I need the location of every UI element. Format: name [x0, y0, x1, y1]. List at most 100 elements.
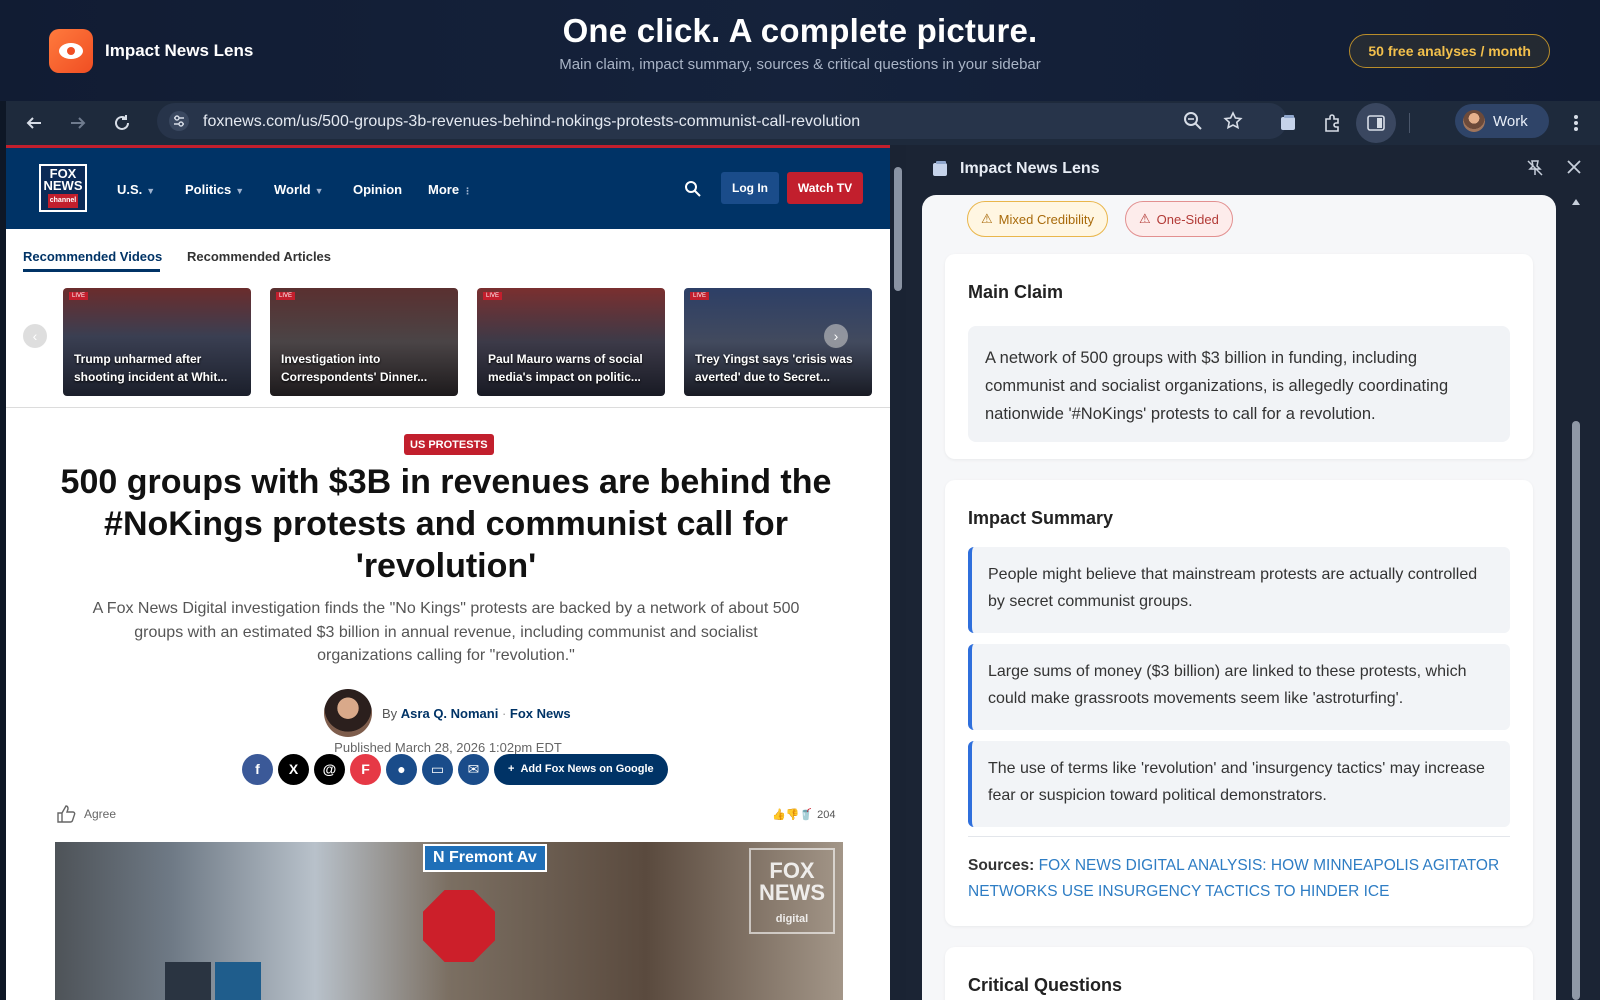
trash-bin — [165, 962, 211, 1000]
side-panel-scrollbar[interactable] — [1570, 195, 1582, 1000]
scrollbar-thumb[interactable] — [1572, 421, 1580, 1000]
bookmark-star-icon[interactable] — [1223, 111, 1243, 136]
impact-item: People might believe that mainstream pro… — [968, 547, 1510, 633]
nav-item-politics[interactable]: Politics ▼ — [185, 182, 244, 197]
watermark-text-2: NEWS — [759, 880, 825, 905]
login-button[interactable]: Log In — [721, 172, 779, 204]
video-card[interactable]: LIVE Investigation into Correspondents' … — [270, 288, 458, 396]
side-panel-toggle-icon[interactable] — [1356, 103, 1396, 143]
logo-text-3: channel — [47, 194, 79, 208]
logo-text-2: NEWS — [43, 178, 83, 193]
source-link[interactable]: FOX NEWS DIGITAL ANALYSIS: HOW MINNEAPOL… — [968, 857, 1499, 900]
brand-name: Impact News Lens — [105, 41, 254, 60]
extensions-puzzle-icon[interactable] — [1318, 109, 1346, 137]
impact-item: Large sums of money ($3 billion) are lin… — [968, 644, 1510, 730]
nav-item-us[interactable]: U.S. ▼ — [117, 182, 155, 197]
carousel-prev-icon[interactable]: ‹ — [23, 324, 47, 348]
scrollbar-thumb[interactable] — [894, 167, 902, 291]
critical-questions-card: Critical Questions — [945, 947, 1533, 1000]
web-page: FOX NEWS channel U.S. ▼ Politics ▼ World ▼ … — [6, 145, 890, 1000]
carousel-next-icon[interactable]: › — [824, 324, 848, 348]
screen: Impact News Lens One click. A complete p… — [0, 0, 1600, 1000]
side-panel-title: Impact News Lens — [960, 160, 1100, 177]
warning-icon: ⚠ — [981, 211, 993, 226]
video-caption: Trump unharmed after shooting incident a… — [74, 352, 228, 384]
add-google-label: Add Fox News on Google — [520, 763, 654, 775]
search-icon[interactable] — [684, 180, 702, 203]
comments-icon[interactable]: ● — [386, 753, 417, 785]
sources: Sources: FOX NEWS DIGITAL ANALYSIS: HOW … — [968, 853, 1528, 905]
caret-down-icon: ▼ — [146, 186, 156, 196]
video-card[interactable]: LIVE Trump unharmed after shooting incid… — [63, 288, 251, 396]
mixed-credibility-badge[interactable]: ⚠ Mixed Credibility — [967, 201, 1109, 237]
impact-item: The use of terms like 'revolution' and '… — [968, 741, 1510, 827]
unpin-icon[interactable] — [1526, 159, 1544, 182]
video-caption: Paul Mauro warns of social media's impac… — [488, 352, 643, 384]
trash-bin — [215, 962, 261, 1000]
zoom-icon[interactable] — [1183, 111, 1203, 136]
free-analyses-badge[interactable]: 50 free analyses / month — [1349, 34, 1550, 68]
browser-toolbar: foxnews.com/us/500-groups-3b-revenues-be… — [6, 101, 1600, 145]
email-icon[interactable]: ✉ — [458, 753, 489, 785]
author-link[interactable]: Asra Q. Nomani — [401, 706, 499, 721]
impact-summary-card: Impact Summary People might believe that… — [945, 480, 1533, 926]
scroll-up-icon[interactable] — [1570, 197, 1582, 207]
site-header: FOX NEWS channel U.S. ▼ Politics ▼ World ▼ … — [6, 145, 890, 229]
nav-item-opinion[interactable]: Opinion — [353, 182, 402, 197]
nav-item-more[interactable]: More ⋮ — [428, 182, 472, 197]
address-bar[interactable]: foxnews.com/us/500-groups-3b-revenues-be… — [157, 103, 1287, 139]
side-panel-header: Impact News Lens — [930, 159, 1100, 179]
agree-label: Agree — [84, 807, 117, 821]
add-fox-news-on-google-button[interactable]: + Add Fox News on Google — [494, 753, 668, 785]
kebab-menu-icon[interactable] — [1562, 109, 1590, 137]
caret-down-icon: ▼ — [235, 186, 245, 196]
flipboard-icon[interactable]: F — [350, 753, 381, 785]
main-claim-heading: Main Claim — [968, 282, 1064, 302]
impact-lens-extension-icon[interactable] — [1274, 109, 1302, 137]
one-sided-badge[interactable]: ⚠ One-Sided — [1125, 201, 1233, 237]
reload-icon[interactable] — [108, 109, 136, 137]
watermark-text-3: digital — [775, 913, 809, 925]
url-text[interactable]: foxnews.com/us/500-groups-3b-revenues-be… — [203, 113, 860, 131]
brand: Impact News Lens — [49, 29, 253, 73]
author-avatar[interactable] — [324, 689, 372, 737]
tab-recommended-videos[interactable]: Recommended Videos — [23, 249, 162, 264]
facebook-icon[interactable]: f — [242, 753, 273, 785]
profile-chip[interactable]: Work — [1455, 104, 1549, 138]
active-tab-indicator — [23, 269, 160, 272]
watch-tv-button[interactable]: Watch TV — [787, 172, 863, 204]
main-claim-card: Main Claim A network of 500 groups with … — [945, 254, 1533, 459]
reaction-count: 204 — [817, 808, 836, 821]
article-deck: A Fox News Digital investigation finds t… — [92, 600, 800, 664]
site-settings-icon[interactable] — [169, 111, 189, 136]
byline-text: By Asra Q. Nomani · Fox News — [382, 705, 571, 721]
video-carousel: LIVE Trump unharmed after shooting incid… — [63, 288, 872, 396]
nav-item-world[interactable]: World ▼ — [274, 182, 324, 197]
main-claim-text: A network of 500 groups with $3 billion … — [968, 326, 1510, 442]
nav-label: World — [274, 182, 311, 197]
agree-button[interactable]: Agree — [56, 805, 116, 823]
side-panel: Impact News Lens ⚠ Mixed Credibility ⚠ O… — [906, 145, 1600, 1000]
reactions[interactable]: 👍👎🥤 204 — [772, 808, 836, 822]
fox-news-logo[interactable]: FOX NEWS channel — [39, 164, 87, 212]
x-icon[interactable]: X — [278, 753, 309, 785]
section-tag[interactable]: US PROTESTS — [404, 434, 494, 455]
reaction-emoji-icon: 👍👎🥤 — [772, 809, 814, 821]
close-icon[interactable] — [1566, 159, 1582, 182]
critical-questions-heading: Critical Questions — [968, 975, 1123, 995]
promo-banner: Impact News Lens One click. A complete p… — [0, 0, 1600, 101]
back-arrow-icon[interactable] — [20, 109, 48, 137]
more-dots-icon: ⋮ — [463, 186, 473, 196]
sources-label: Sources: — [968, 857, 1035, 874]
page-scrollbar[interactable] — [890, 145, 906, 1000]
nav-label: U.S. — [117, 182, 143, 197]
tab-recommended-articles[interactable]: Recommended Articles — [187, 249, 331, 264]
threads-icon[interactable]: @ — [314, 753, 345, 785]
thumbs-up-icon — [57, 805, 76, 823]
badge-label: Mixed Credibility — [998, 211, 1095, 227]
video-card[interactable]: LIVE Paul Mauro warns of social media's … — [477, 288, 665, 396]
outlet-link[interactable]: Fox News — [510, 706, 571, 721]
print-icon[interactable]: ▭ — [422, 753, 453, 785]
impact-lens-icon — [933, 161, 947, 176]
forward-arrow-icon[interactable] — [64, 109, 92, 137]
